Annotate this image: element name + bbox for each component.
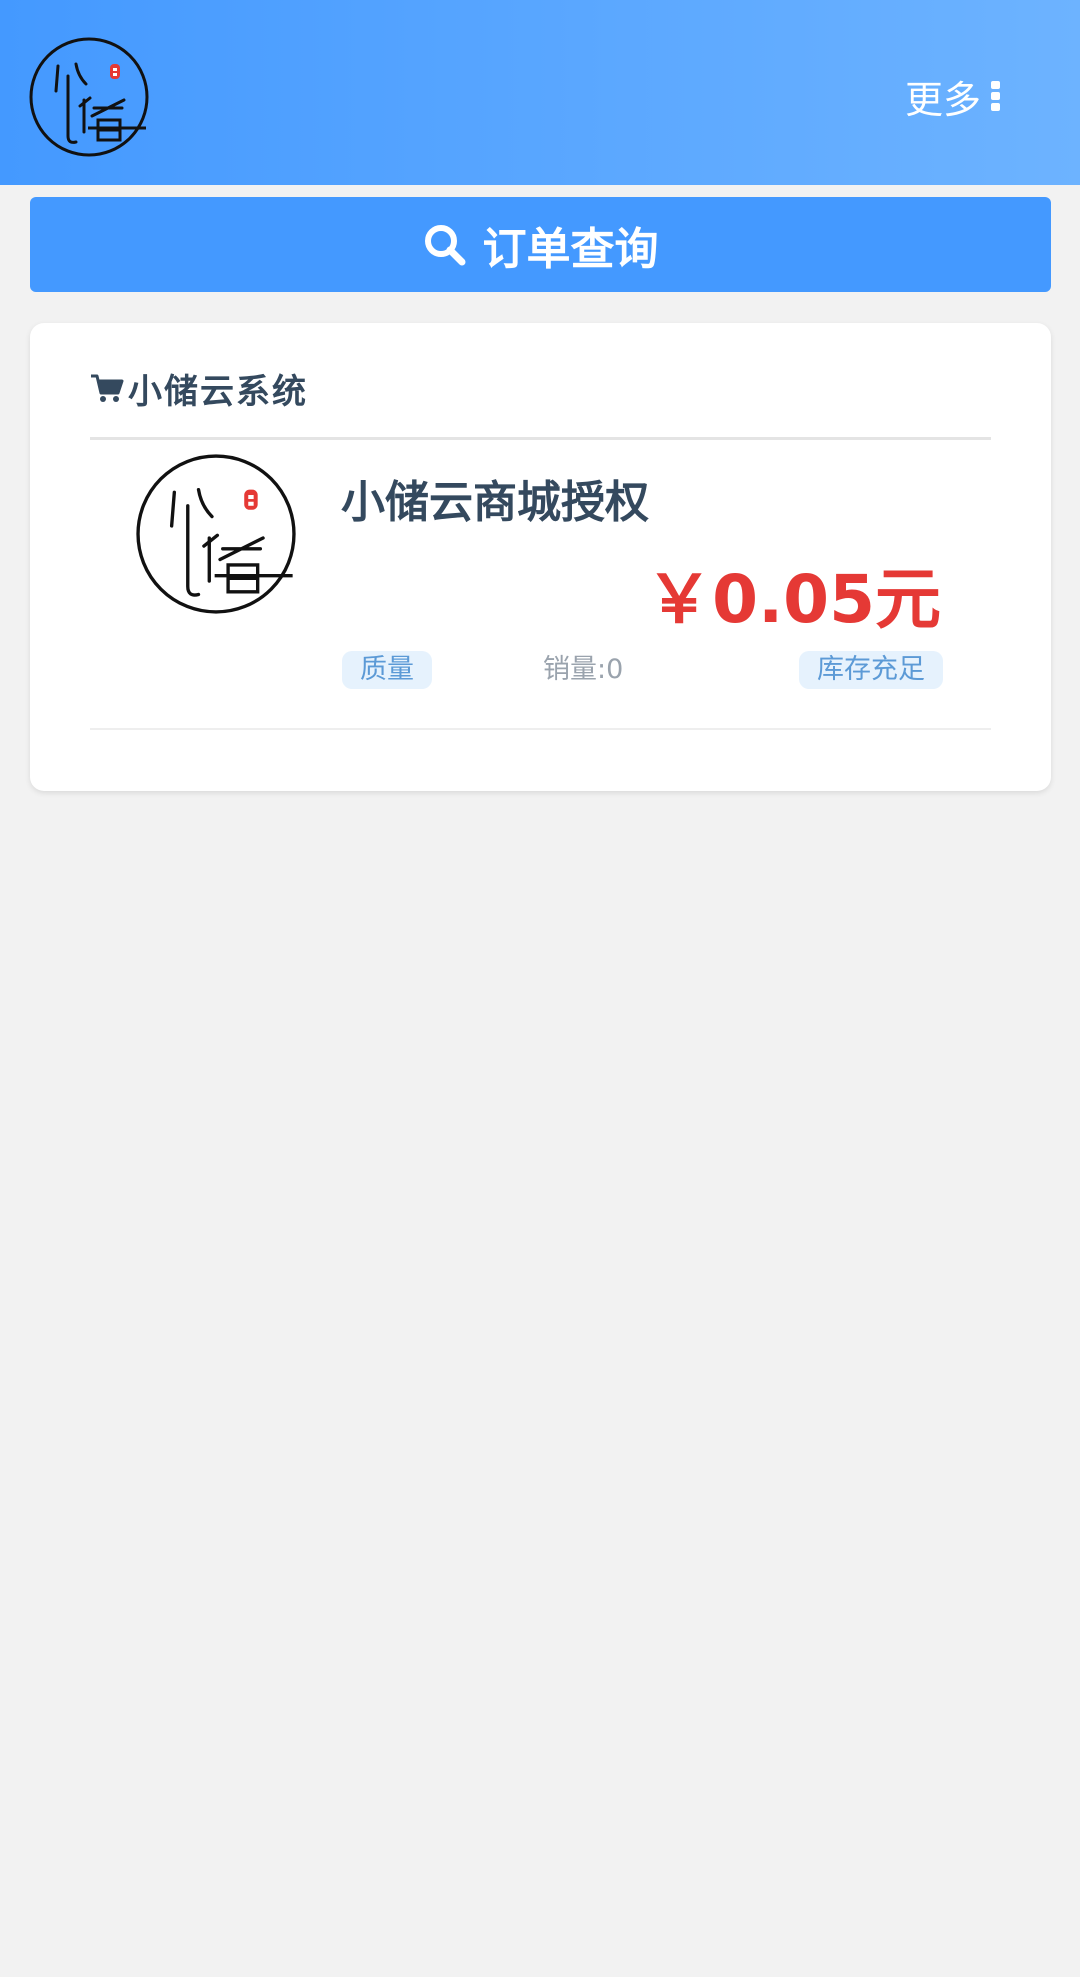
category-card: 小储云系统 小储云商城授权 ￥0.05元 质量 销量:0 库存充足 xyxy=(30,323,1051,791)
cart-icon xyxy=(91,374,124,402)
category-title-text: 小储云系统 xyxy=(128,371,308,412)
category-title: 小储云系统 xyxy=(90,363,308,413)
more-menu-button[interactable]: 更多 xyxy=(905,68,1000,124)
order-search-button[interactable]: 订单查询 xyxy=(30,197,1051,292)
product-name: 小储云商城授权 xyxy=(341,477,649,528)
ellipsis-vertical-icon xyxy=(991,81,1000,111)
divider xyxy=(90,728,991,730)
sales-count: 销量:0 xyxy=(543,654,624,685)
search-icon xyxy=(424,224,465,265)
product-price: ￥0.05元 xyxy=(646,561,941,638)
stock-status-badge: 库存充足 xyxy=(799,651,943,689)
product-item[interactable]: 小储云商城授权 ￥0.05元 质量 销量:0 库存充足 xyxy=(30,440,1051,728)
product-image xyxy=(136,454,296,614)
quality-badge: 质量 xyxy=(342,651,432,689)
order-search-label: 订单查询 xyxy=(482,223,659,275)
top-header: 更多 xyxy=(0,0,1080,185)
more-label: 更多 xyxy=(904,77,981,122)
logo-icon[interactable] xyxy=(28,36,150,158)
